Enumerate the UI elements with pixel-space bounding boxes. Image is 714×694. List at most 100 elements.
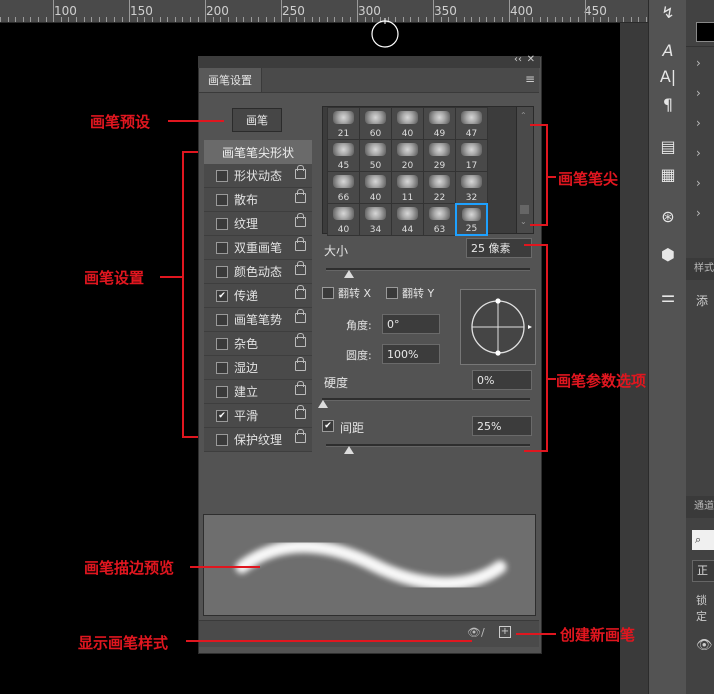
setting-checkbox[interactable] [216,313,228,326]
size-slider-thumb[interactable] [344,270,354,278]
flip-y-checkbox[interactable] [386,287,398,299]
brush-setting-item[interactable]: ✔ 平滑 [204,404,312,428]
brush-tip[interactable]: 20 [391,139,424,172]
color-swatch[interactable] [696,22,714,42]
angle-input[interactable]: 0° [382,314,440,334]
brush-tip[interactable]: 29 [423,139,456,172]
hardness-slider[interactable] [322,398,530,401]
brush-setting-item[interactable]: 形状动态 [204,164,312,188]
setting-checkbox[interactable]: ✔ [216,409,228,422]
roundness-input[interactable]: 100% [382,344,440,364]
spacing-checkbox[interactable]: ✔ [322,420,334,432]
brush-tip[interactable]: 66 [327,171,360,204]
chevron-right-icon[interactable]: › [696,176,701,190]
lock-icon[interactable] [295,357,306,371]
brush-tip[interactable]: 63 [423,203,456,236]
properties-icon[interactable]: ⚌ [649,284,687,308]
brush-tip[interactable]: 17 [455,139,488,172]
lock-icon[interactable] [295,405,306,419]
adjustments-icon[interactable]: ⊛ [649,204,687,228]
visibility-eye-icon[interactable]: 👁 [696,638,713,653]
scroll-up-icon[interactable]: ⌃ [520,111,527,120]
brush-tip[interactable]: 32 [455,171,488,204]
brush-tip[interactable]: 45 [327,139,360,172]
setting-checkbox[interactable] [216,337,228,350]
setting-checkbox[interactable] [216,193,228,206]
setting-checkbox[interactable] [216,433,228,446]
brush-tip[interactable]: 22 [423,171,456,204]
setting-checkbox[interactable] [216,217,228,230]
brush-tip[interactable]: 50 [359,139,392,172]
spacing-slider[interactable] [326,444,530,447]
brush-tip[interactable]: 60 [359,107,392,140]
chevron-right-icon[interactable]: › [696,206,701,220]
brush-tip[interactable]: 40 [391,107,424,140]
notes-icon[interactable]: ▦ [649,162,687,186]
chevron-right-icon[interactable]: › [696,86,701,100]
brush-tip[interactable]: 44 [391,203,424,236]
scrollbar-thumb[interactable] [520,205,529,214]
brush-setting-item[interactable]: ✔ 传递 [204,284,312,308]
brush-tip[interactable]: 25 [455,203,488,236]
size-input[interactable]: 25 像素 [466,238,532,258]
lock-icon[interactable] [295,213,306,227]
brush-tip-shape-item[interactable]: 画笔笔尖形状 [204,140,312,164]
tab-brush-settings[interactable]: 画笔设置 [199,68,262,92]
brush-setting-item[interactable]: 保护纹理 [204,428,312,452]
character-icon[interactable]: A [649,38,687,62]
lock-icon[interactable] [295,237,306,251]
lock-icon[interactable] [295,165,306,179]
lock-icon[interactable] [295,309,306,323]
lock-icon[interactable] [295,189,306,203]
new-brush-icon[interactable]: + [499,626,511,638]
brush-setting-item[interactable]: 杂色 [204,332,312,356]
brush-setting-item[interactable]: 纹理 [204,212,312,236]
history-icon[interactable]: ↯ [649,0,687,24]
brush-tip[interactable]: 21 [327,107,360,140]
panel-title-bar[interactable]: ‹‹ ✕ [198,54,540,68]
panel-menu-icon[interactable]: ≡ [525,72,535,86]
lock-icon[interactable] [295,285,306,299]
setting-checkbox[interactable] [216,385,228,398]
scroll-down-icon[interactable]: ⌄ [520,217,527,226]
setting-checkbox[interactable] [216,361,228,374]
brush-tip[interactable]: 40 [359,171,392,204]
3d-icon[interactable]: ⬢ [649,242,687,266]
brush-setting-item[interactable]: 双重画笔 [204,236,312,260]
brush-setting-item[interactable]: 湿边 [204,356,312,380]
chevron-right-icon[interactable]: › [696,56,701,70]
brush-setting-item[interactable]: 散布 [204,188,312,212]
brush-tip[interactable]: 34 [359,203,392,236]
document-icon[interactable]: ▤ [649,134,687,158]
lock-icon[interactable] [295,333,306,347]
hardness-input[interactable]: 0% [472,370,532,390]
setting-checkbox[interactable] [216,241,228,254]
paragraph-icon[interactable]: ¶ [649,92,687,116]
lock-icon[interactable] [295,381,306,395]
brush-tip[interactable]: 47 [455,107,488,140]
brush-presets-button[interactable]: 画笔 [232,108,282,132]
size-slider[interactable] [326,268,530,271]
lock-icon[interactable] [295,429,306,443]
hardness-slider-thumb[interactable] [318,400,328,408]
setting-checkbox[interactable]: ✔ [216,289,228,302]
setting-checkbox[interactable] [216,169,228,182]
chevron-right-icon[interactable]: › [696,146,701,160]
setting-checkbox[interactable] [216,265,228,278]
flip-x-checkbox[interactable] [322,287,334,299]
brush-setting-item[interactable]: 建立 [204,380,312,404]
search-icon[interactable]: ⌕ [692,530,714,550]
styles-tab[interactable]: 样式 [686,258,714,280]
spacing-input[interactable]: 25% [472,416,532,436]
brush-setting-item[interactable]: 画笔笔势 [204,308,312,332]
collapse-icon[interactable]: ‹‹ [514,54,522,65]
spacing-slider-thumb[interactable] [344,446,354,454]
brush-tip[interactable]: 49 [423,107,456,140]
angle-roundness-widget[interactable] [460,289,536,365]
channels-tab[interactable]: 通道 [686,496,714,518]
lock-icon[interactable] [295,261,306,275]
toggle-brush-preview-icon[interactable]: 👁/ [467,626,485,639]
close-icon[interactable]: ✕ [527,54,535,65]
character-styles-icon[interactable]: A| [649,64,687,88]
brush-tip[interactable]: 40 [327,203,360,236]
